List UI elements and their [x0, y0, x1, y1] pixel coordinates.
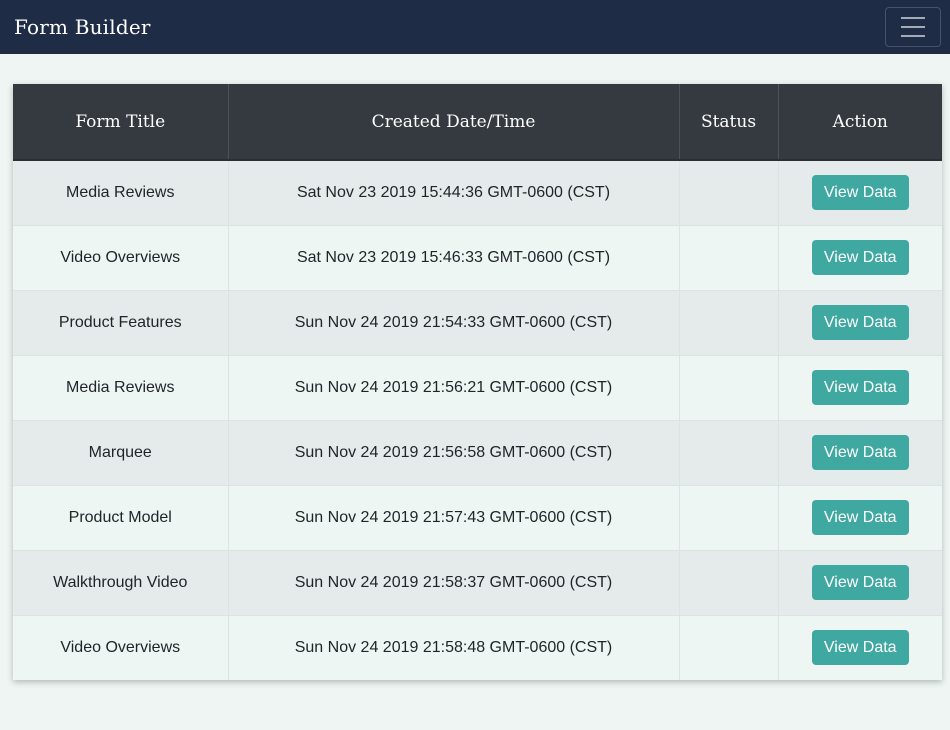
- table-row: Video Overviews Sun Nov 24 2019 21:58:48…: [13, 614, 942, 680]
- forms-table: Form Title Created Date/Time Status Acti…: [13, 84, 942, 680]
- table-row: Marquee Sun Nov 24 2019 21:56:58 GMT-060…: [13, 419, 942, 485]
- cell-action: View Data: [778, 549, 942, 615]
- cell-created-date-time: Sat Nov 23 2019 15:46:33 GMT-0600 (CST): [228, 224, 680, 290]
- cell-status: [679, 354, 779, 420]
- hamburger-menu-icon: [901, 35, 925, 37]
- header-status: Status: [679, 84, 779, 161]
- hamburger-menu-icon: [901, 26, 925, 28]
- view-data-button[interactable]: View Data: [811, 240, 909, 275]
- cell-status: [679, 614, 779, 680]
- cell-action: View Data: [778, 614, 942, 680]
- cell-created-date-time: Sun Nov 24 2019 21:56:58 GMT-0600 (CST): [228, 419, 680, 485]
- view-data-button[interactable]: View Data: [811, 565, 909, 600]
- hamburger-menu-icon: [901, 17, 925, 19]
- cell-action: View Data: [778, 289, 942, 355]
- menu-toggle-button[interactable]: [885, 7, 941, 47]
- table-body: Media Reviews Sat Nov 23 2019 15:44:36 G…: [13, 159, 942, 680]
- view-data-button[interactable]: View Data: [811, 370, 909, 405]
- table-row: Product Model Sun Nov 24 2019 21:57:43 G…: [13, 484, 942, 550]
- table-row: Walkthrough Video Sun Nov 24 2019 21:58:…: [13, 549, 942, 615]
- cell-action: View Data: [778, 419, 942, 485]
- view-data-button[interactable]: View Data: [811, 500, 909, 535]
- view-data-button[interactable]: View Data: [811, 175, 909, 211]
- cell-status: [679, 549, 779, 615]
- cell-action: View Data: [778, 224, 942, 290]
- table-row: Video Overviews Sat Nov 23 2019 15:46:33…: [13, 224, 942, 290]
- cell-status: [679, 419, 779, 485]
- cell-form-title: Video Overviews: [13, 614, 229, 680]
- cell-action: View Data: [778, 159, 942, 225]
- cell-status: [679, 289, 779, 355]
- header-row: Form Title Created Date/Time Status Acti…: [13, 84, 942, 161]
- cell-created-date-time: Sun Nov 24 2019 21:57:43 GMT-0600 (CST): [228, 484, 680, 550]
- view-data-button[interactable]: View Data: [811, 630, 909, 666]
- cell-action: View Data: [778, 354, 942, 420]
- cell-action: View Data: [778, 484, 942, 550]
- table-header: Form Title Created Date/Time Status Acti…: [13, 84, 942, 161]
- cell-status: [679, 484, 779, 550]
- view-data-button[interactable]: View Data: [811, 305, 909, 340]
- table-row: Media Reviews Sun Nov 24 2019 21:56:21 G…: [13, 354, 942, 420]
- cell-created-date-time: Sun Nov 24 2019 21:54:33 GMT-0600 (CST): [228, 289, 680, 355]
- cell-form-title: Product Features: [13, 289, 229, 355]
- table-row: Product Features Sun Nov 24 2019 21:54:3…: [13, 289, 942, 355]
- header-created-date-time: Created Date/Time: [228, 84, 680, 161]
- cell-created-date-time: Sat Nov 23 2019 15:44:36 GMT-0600 (CST): [228, 159, 680, 225]
- header-form-title: Form Title: [13, 84, 229, 161]
- brand-title[interactable]: Form Builder: [14, 15, 151, 39]
- cell-form-title: Marquee: [13, 419, 229, 485]
- view-data-button[interactable]: View Data: [811, 435, 909, 470]
- cell-form-title: Video Overviews: [13, 224, 229, 290]
- cell-form-title: Walkthrough Video: [13, 549, 229, 615]
- navbar: Form Builder: [0, 0, 950, 54]
- cell-form-title: Product Model: [13, 484, 229, 550]
- header-action: Action: [778, 84, 942, 161]
- cell-status: [679, 224, 779, 290]
- cell-created-date-time: Sun Nov 24 2019 21:56:21 GMT-0600 (CST): [228, 354, 680, 420]
- forms-table-container: Form Title Created Date/Time Status Acti…: [13, 84, 942, 680]
- cell-created-date-time: Sun Nov 24 2019 21:58:48 GMT-0600 (CST): [228, 614, 680, 680]
- cell-status: [679, 159, 779, 225]
- cell-created-date-time: Sun Nov 24 2019 21:58:37 GMT-0600 (CST): [228, 549, 680, 615]
- cell-form-title: Media Reviews: [13, 159, 229, 225]
- cell-form-title: Media Reviews: [13, 354, 229, 420]
- table-row: Media Reviews Sat Nov 23 2019 15:44:36 G…: [13, 159, 942, 225]
